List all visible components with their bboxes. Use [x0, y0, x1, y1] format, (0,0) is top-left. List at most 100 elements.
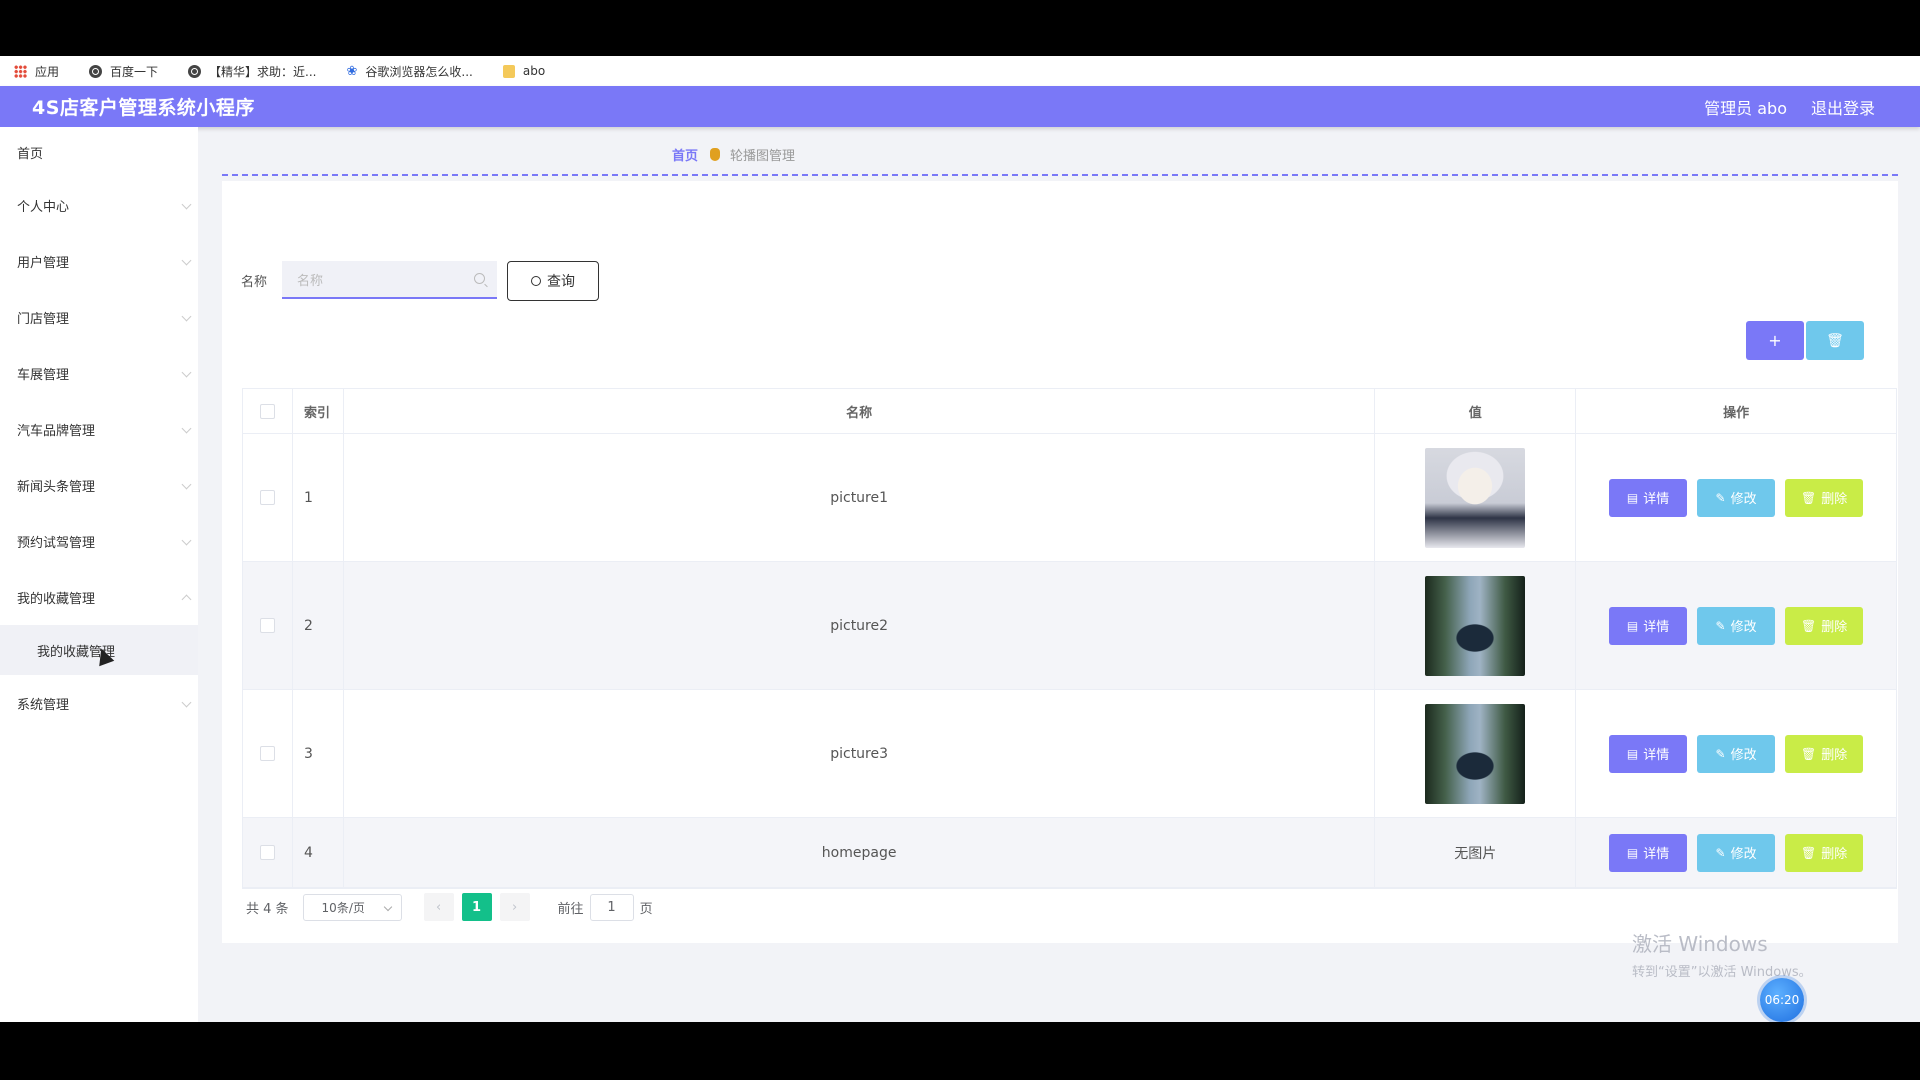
trash-icon: 🗑 — [1800, 845, 1817, 860]
prev-page-button[interactable]: ‹ — [423, 893, 454, 921]
trash-icon: 🗑 — [1800, 746, 1817, 761]
delete-button[interactable]: 🗑 删除 — [1785, 734, 1864, 773]
next-page-button[interactable]: › — [499, 893, 530, 921]
sidebar-item-carshow[interactable]: 车展管理 — [0, 345, 198, 401]
chevron-down-icon — [181, 311, 192, 322]
bookmark-label: 【精华】求助：近... — [209, 64, 317, 79]
select-all-checkbox[interactable] — [259, 403, 275, 419]
sidebar-item-testdrive[interactable]: 预约试驾管理 — [0, 513, 198, 569]
watermark-line: 转到“设置”以激活 Windows。 — [1632, 965, 1812, 980]
bookmark-baidu[interactable]: 百度一下 — [89, 63, 158, 80]
query-button-label: 查询 — [547, 274, 575, 290]
chevron-down-icon — [181, 423, 192, 434]
sidebar-item-stores[interactable]: 门店管理 — [0, 289, 198, 345]
row-checkbox[interactable] — [259, 845, 275, 860]
sidebar-item-system[interactable]: 系统管理 — [0, 675, 198, 731]
goto-page-input[interactable]: 1 — [589, 893, 634, 921]
column-header: 名称 — [344, 389, 1376, 433]
bookmark-apps[interactable]: 应用 — [14, 63, 59, 80]
pencil-icon: ✎ — [1715, 490, 1726, 505]
detail-button[interactable]: ▤ 详情 — [1609, 478, 1688, 517]
sidebar-item-home[interactable]: 首页 — [0, 127, 198, 177]
row-checkbox[interactable] — [259, 746, 275, 761]
watermark-line: 激活 Windows — [1632, 932, 1768, 956]
sidebar-item-label: 首页 — [17, 146, 44, 162]
query-button[interactable]: 查询 — [507, 261, 599, 301]
table-row: 4 homepage 无图片 ▤ 详情 ✎ 修改 🗑 删除 — [243, 818, 1896, 888]
car-thumbnail[interactable] — [1425, 703, 1526, 804]
data-table: 索引 名称 值 操作 1 picture1 ▤ 详情 ✎ 修改 🗑 删除 2 p… — [242, 388, 1897, 889]
search-label: 名称 — [241, 275, 268, 290]
sidebar-item-profile[interactable]: 个人中心 — [0, 177, 198, 233]
search-icon — [531, 276, 541, 286]
sidebar-item-news[interactable]: 新闻头条管理 — [0, 457, 198, 513]
search-input[interactable]: 名称 — [282, 261, 497, 299]
delete-button-label: 删除 — [1821, 492, 1848, 507]
sidebar-item-users[interactable]: 用户管理 — [0, 233, 198, 289]
paw-icon: ❀ — [346, 63, 358, 79]
recording-timer[interactable]: 06:20 — [1760, 978, 1804, 1022]
browser-frame: 应用 百度一下 【精华】求助：近... ❀ 谷歌浏览器怎么收... abo 4S… — [0, 56, 1920, 1022]
sidebar: 首页 个人中心 用户管理 门店管理 车展管理 汽车品牌管理 新闻头条管理 预约试… — [0, 127, 198, 1022]
delete-button[interactable]: 🗑 删除 — [1785, 606, 1864, 645]
sidebar-item-label: 车展管理 — [17, 367, 70, 383]
plus-icon: + — [1768, 331, 1782, 350]
row-checkbox[interactable] — [259, 618, 275, 633]
table-header-row: 索引 名称 值 操作 — [243, 389, 1896, 434]
apps-grid-icon — [14, 64, 27, 78]
delete-button-label: 删除 — [1821, 620, 1848, 635]
logout-link[interactable]: 退出登录 — [1811, 95, 1875, 119]
edit-button[interactable]: ✎ 修改 — [1697, 734, 1776, 773]
page-number-button[interactable]: 1 — [461, 893, 492, 921]
detail-button[interactable]: ▤ 详情 — [1609, 606, 1688, 645]
page-size-select[interactable]: 10条/页 — [302, 893, 402, 921]
edit-button-label: 修改 — [1730, 847, 1757, 862]
detail-button[interactable]: ▤ 详情 — [1609, 833, 1688, 872]
row-checkbox[interactable] — [259, 490, 275, 505]
sidebar-item-label: 系统管理 — [17, 697, 70, 713]
bookmark-chrome[interactable]: ❀ 谷歌浏览器怎么收... — [346, 63, 472, 80]
delete-button[interactable]: 🗑 删除 — [1785, 478, 1864, 517]
sidebar-item-favorites[interactable]: 我的收藏管理 — [0, 569, 198, 625]
pagination-total: 共 4 条 — [246, 901, 289, 917]
car-thumbnail[interactable] — [1425, 575, 1526, 676]
detail-button[interactable]: ▤ 详情 — [1609, 734, 1688, 773]
row-name: picture3 — [344, 690, 1376, 817]
bookmark-abo[interactable]: abo — [502, 64, 546, 78]
bookmark-label: 百度一下 — [110, 64, 159, 79]
bookmark-label: abo — [522, 64, 546, 78]
divider — [222, 174, 1898, 176]
chevron-down-icon — [181, 697, 192, 708]
batch-delete-button[interactable]: 🗑 — [1806, 321, 1864, 360]
table-row: 2 picture2 ▤ 详情 ✎ 修改 🗑 删除 — [243, 562, 1896, 690]
edit-button[interactable]: ✎ 修改 — [1697, 478, 1776, 517]
sidebar-item-brands[interactable]: 汽车品牌管理 — [0, 401, 198, 457]
row-name: picture2 — [344, 562, 1376, 689]
bookmark-help[interactable]: 【精华】求助：近... — [188, 63, 316, 80]
pagination: 共 4 条 10条/页 ‹ 1 › 前往 1 页 — [246, 893, 653, 921]
trash-icon: 🗑 — [1800, 618, 1817, 633]
search-placeholder: 名称 — [297, 273, 324, 289]
chevron-down-icon — [181, 367, 192, 378]
anime-character-thumbnail[interactable] — [1425, 447, 1526, 548]
document-icon: ▤ — [1626, 746, 1639, 761]
delete-button-label: 删除 — [1821, 748, 1848, 763]
detail-button-label: 详情 — [1643, 492, 1670, 507]
edit-button-label: 修改 — [1730, 620, 1757, 635]
main-content: 首页 轮播图管理 名称 名称 查询 + 🗑 索引 名称 值 操作 1 pictu… — [222, 127, 1898, 977]
edit-button[interactable]: ✎ 修改 — [1697, 606, 1776, 645]
trash-icon: 🗑 — [1800, 490, 1817, 505]
column-header: 值 — [1375, 389, 1577, 433]
breadcrumb-home[interactable]: 首页 — [672, 145, 698, 164]
chevron-down-icon — [181, 199, 192, 210]
chevron-down-icon — [181, 479, 192, 490]
column-header: 索引 — [293, 389, 344, 433]
add-button[interactable]: + — [1746, 321, 1804, 360]
edit-button[interactable]: ✎ 修改 — [1697, 833, 1776, 872]
delete-button-label: 删除 — [1821, 847, 1848, 862]
breadcrumb-separator-icon — [710, 148, 721, 161]
app-title: 4S店客户管理系统小程序 — [32, 97, 255, 119]
row-value-text: 无图片 — [1375, 818, 1577, 887]
delete-button[interactable]: 🗑 删除 — [1785, 833, 1864, 872]
app-header: 4S店客户管理系统小程序 管理员 abo 退出登录 — [0, 86, 1920, 127]
